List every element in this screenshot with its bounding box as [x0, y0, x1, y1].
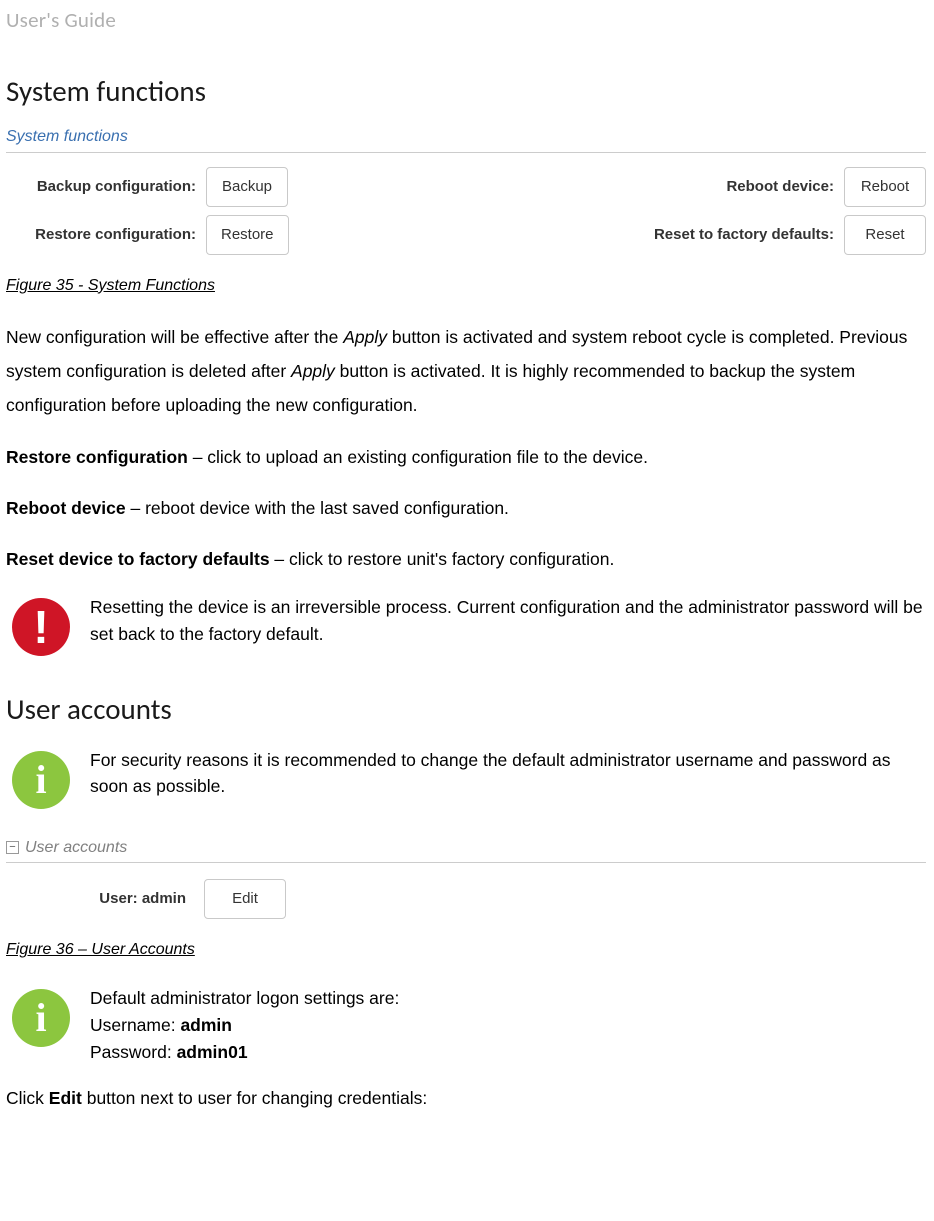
text: Click [6, 1088, 49, 1108]
term-label: Restore configuration [6, 447, 188, 467]
backup-config-label: Backup configuration: [6, 175, 206, 199]
panel-cell-right: Reboot device: Reboot [624, 167, 926, 207]
info-text: For security reasons it is recommended t… [90, 747, 926, 800]
divider [6, 152, 926, 153]
panel-title: User accounts [25, 835, 127, 861]
panel-title-row: − User accounts [6, 835, 926, 861]
divider [6, 862, 926, 863]
reboot-device-label: Reboot device: [624, 175, 844, 199]
edit-button[interactable]: Edit [204, 879, 286, 919]
restore-button[interactable]: Restore [206, 215, 289, 255]
term-restore: Restore configuration – click to upload … [6, 441, 926, 474]
reboot-button[interactable]: Reboot [844, 167, 926, 207]
term-desc: – reboot device with the last saved conf… [126, 498, 509, 518]
text: New configuration will be effective afte… [6, 327, 343, 347]
cred-intro: Default administrator logon settings are… [90, 988, 399, 1008]
user-accounts-panel: − User accounts User: admin Edit [6, 835, 926, 920]
panel-row: Backup configuration: Backup Reboot devi… [6, 167, 926, 207]
backup-button[interactable]: Backup [206, 167, 288, 207]
panel-cell-left: Restore configuration: Restore [6, 215, 289, 255]
panel-cell-left: Backup configuration: Backup [6, 167, 288, 207]
section-title-user-accounts: User accounts [6, 686, 926, 732]
text: button next to user for changing credent… [82, 1088, 427, 1108]
info-note: For security reasons it is recommended t… [6, 747, 926, 809]
warning-icon [12, 598, 70, 656]
final-instruction: Click Edit button next to user for chang… [6, 1084, 926, 1112]
body-paragraph: New configuration will be effective afte… [6, 320, 926, 422]
credentials-note: Default administrator logon settings are… [6, 985, 926, 1066]
section-title-system-functions: System functions [6, 68, 926, 114]
page-header: User's Guide [6, 4, 926, 38]
panel-title: System functions [6, 124, 926, 150]
restore-config-label: Restore configuration: [6, 223, 206, 247]
apply-italic: Apply [291, 361, 335, 381]
reset-factory-label: Reset to factory defaults: [624, 223, 844, 247]
reset-button[interactable]: Reset [844, 215, 926, 255]
info-icon [12, 989, 70, 1047]
panel-cell-right: Reset to factory defaults: Reset [624, 215, 926, 255]
collapse-icon[interactable]: − [6, 841, 19, 854]
warning-note: Resetting the device is an irreversible … [6, 594, 926, 656]
term-label: Reset device to factory defaults [6, 549, 270, 569]
term-reboot: Reboot device – reboot device with the l… [6, 492, 926, 525]
term-label: Reboot device [6, 498, 126, 518]
term-reset: Reset device to factory defaults – click… [6, 543, 926, 576]
cred-pass-value: admin01 [177, 1042, 248, 1062]
edit-bold: Edit [49, 1088, 82, 1108]
user-label: User: admin [6, 887, 204, 911]
system-functions-panel: System functions Backup configuration: B… [6, 124, 926, 255]
user-row: User: admin Edit [6, 879, 926, 919]
term-desc: – click to upload an existing configurat… [188, 447, 648, 467]
panel-row: Restore configuration: Restore Reset to … [6, 215, 926, 255]
figure-caption: Figure 35 - System Functions [6, 273, 926, 299]
apply-italic: Apply [343, 327, 387, 347]
cred-user-value: admin [180, 1015, 232, 1035]
term-desc: – click to restore unit's factory config… [270, 549, 615, 569]
figure-caption: Figure 36 – User Accounts [6, 937, 926, 963]
credentials-text: Default administrator logon settings are… [90, 985, 926, 1066]
cred-user-label: Username: [90, 1015, 180, 1035]
cred-pass-label: Password: [90, 1042, 177, 1062]
warning-text: Resetting the device is an irreversible … [90, 594, 926, 647]
info-icon [12, 751, 70, 809]
